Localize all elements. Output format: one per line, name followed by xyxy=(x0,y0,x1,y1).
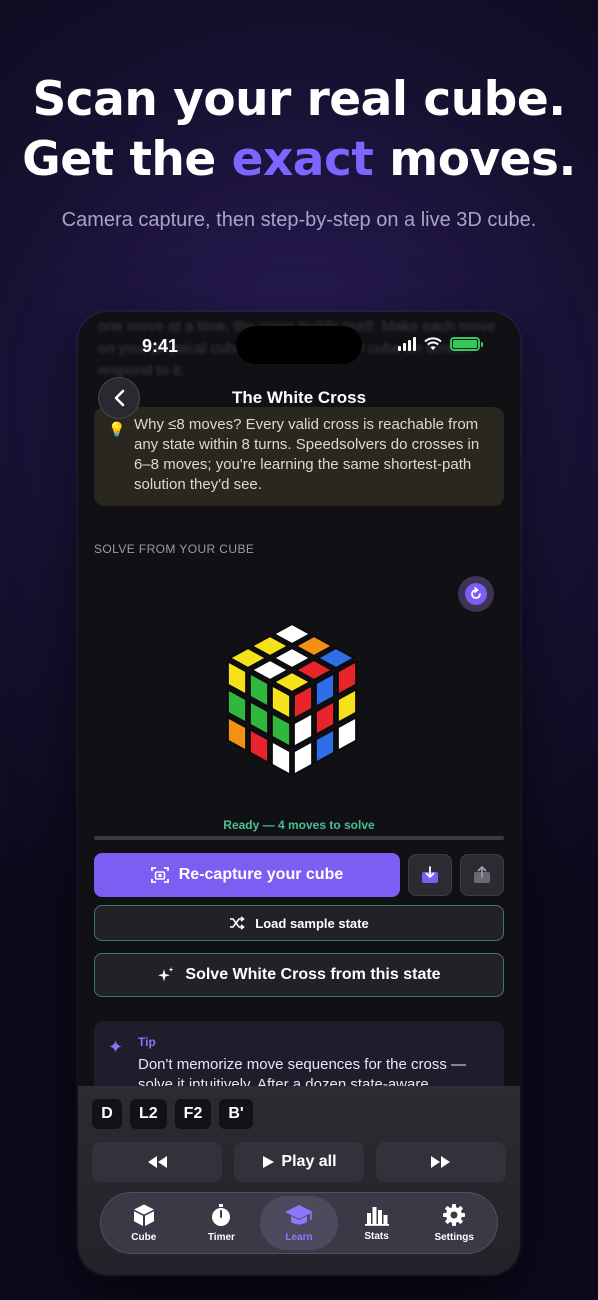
tab-label: Cube xyxy=(131,1232,157,1243)
recapture-button[interactable]: Re-capture your cube xyxy=(94,853,400,897)
playback-panel: D L2 F2 B' Play all Cube Timer Learn Sta… xyxy=(78,1086,520,1275)
tab-settings[interactable]: Settings xyxy=(415,1196,493,1250)
play-all-label: Play all xyxy=(281,1153,337,1170)
playback-controls: Play all xyxy=(92,1142,506,1182)
cube-3d-view[interactable] xyxy=(218,608,378,778)
solve-status: Ready — 4 moves to solve xyxy=(223,818,375,832)
move-chip[interactable]: F2 xyxy=(174,1099,212,1129)
hero-title-line1: Scan your real cube. xyxy=(32,72,566,127)
cube-icon xyxy=(133,1204,154,1226)
status-icons xyxy=(398,337,483,351)
hero-title-accent: exact xyxy=(231,132,374,187)
wifi-icon xyxy=(424,337,442,350)
status-time: 9:41 xyxy=(142,336,179,356)
step-forward-button[interactable] xyxy=(376,1142,506,1182)
tab-label: Timer xyxy=(207,1232,235,1243)
hero-subtitle: Camera capture, then step-by-step on a l… xyxy=(61,209,537,231)
recapture-label: Re-capture your cube xyxy=(178,866,344,883)
phone-screen: one move at a time, the cross builds its… xyxy=(78,312,520,1275)
share-icon xyxy=(474,866,490,883)
move-chip[interactable]: B' xyxy=(219,1099,253,1129)
rewind-icon xyxy=(148,1156,167,1168)
sparkles-icon xyxy=(158,967,174,982)
signal-icon xyxy=(398,337,416,351)
play-all-button[interactable]: Play all xyxy=(234,1142,364,1182)
tip-label: Tip xyxy=(138,1035,156,1049)
info-card: 💡 Why ≤8 moves? Every valid cross is rea… xyxy=(94,407,504,506)
info-card-text: Why ≤8 moves? Every valid cross is reach… xyxy=(134,416,480,493)
stopwatch-icon xyxy=(212,1204,231,1226)
hero-title-prefix: Get the xyxy=(22,132,232,187)
gear-icon xyxy=(443,1204,466,1226)
hero-title-suffix: moves. xyxy=(373,132,576,187)
play-icon xyxy=(263,1156,275,1168)
dynamic-island xyxy=(236,326,362,364)
tab-label: Settings xyxy=(434,1232,474,1243)
import-button[interactable] xyxy=(408,854,452,896)
solve-button[interactable]: Solve White Cross from this state xyxy=(94,953,504,997)
solve-label: Solve White Cross from this state xyxy=(185,966,441,983)
move-list: D L2 F2 B' xyxy=(92,1099,253,1129)
tab-bar: Cube Timer Learn Stats Settings xyxy=(100,1192,498,1254)
status-bar: 9:41 xyxy=(78,312,520,382)
solve-progress-bar xyxy=(94,836,504,840)
tab-label: Learn xyxy=(285,1232,313,1243)
shuffle-icon xyxy=(230,916,246,930)
hero-title: Scan your real cube. Get the exact moves… xyxy=(0,70,598,190)
tab-timer[interactable]: Timer xyxy=(183,1196,261,1250)
step-back-button[interactable] xyxy=(92,1142,222,1182)
sparkles-icon: ✦ xyxy=(108,1037,124,1057)
bar-chart-icon xyxy=(364,1207,389,1226)
download-tray-icon xyxy=(422,866,438,883)
share-button[interactable] xyxy=(460,854,504,896)
hero-title-line2: Get the exact moves. xyxy=(0,130,598,190)
lightbulb-icon: 💡 xyxy=(108,421,126,437)
load-sample-label: Load sample state xyxy=(255,915,369,931)
tab-label: Stats xyxy=(364,1231,389,1242)
nav-title: The White Cross xyxy=(231,388,367,407)
battery-icon xyxy=(450,337,483,351)
rotate-icon xyxy=(471,587,481,599)
fast-forward-icon xyxy=(431,1156,450,1168)
tab-learn[interactable]: Learn xyxy=(260,1196,338,1250)
section-label: SOLVE FROM YOUR CUBE xyxy=(94,542,255,556)
move-chip[interactable]: L2 xyxy=(130,1099,167,1129)
reset-view-button[interactable] xyxy=(458,576,494,612)
graduation-cap-icon xyxy=(284,1205,313,1225)
tab-cube[interactable]: Cube xyxy=(105,1196,183,1250)
move-chip[interactable]: D xyxy=(92,1099,122,1129)
camera-scan-icon xyxy=(150,867,169,883)
load-sample-button[interactable]: Load sample state xyxy=(94,905,504,941)
tab-stats[interactable]: Stats xyxy=(338,1196,416,1250)
